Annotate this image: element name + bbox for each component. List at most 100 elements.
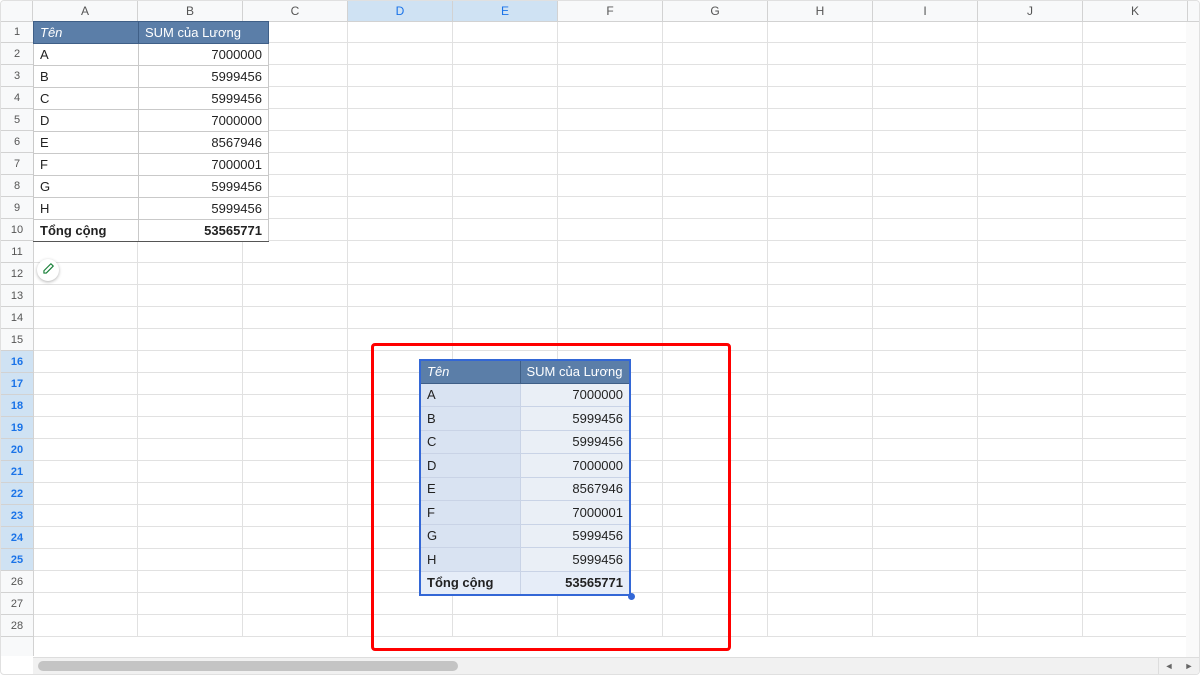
row-header-15[interactable]: 15 <box>1 329 33 351</box>
cell-I22[interactable] <box>873 483 978 505</box>
cell-H11[interactable] <box>768 241 873 263</box>
cell-H14[interactable] <box>768 307 873 329</box>
cell-F6[interactable] <box>558 131 663 153</box>
cell-K11[interactable] <box>1083 241 1188 263</box>
cell-D1[interactable] <box>348 21 453 43</box>
cell-A18[interactable] <box>33 395 138 417</box>
column-header-I[interactable]: I <box>873 1 978 21</box>
cell-C12[interactable] <box>243 263 348 285</box>
column-header-H[interactable]: H <box>768 1 873 21</box>
cell-J6[interactable] <box>978 131 1083 153</box>
cell-I7[interactable] <box>873 153 978 175</box>
cell-H5[interactable] <box>768 109 873 131</box>
cell-J22[interactable] <box>978 483 1083 505</box>
pivot-row-name[interactable]: F <box>420 501 520 525</box>
column-header-G[interactable]: G <box>663 1 768 21</box>
cell-H24[interactable] <box>768 527 873 549</box>
cell-F4[interactable] <box>558 87 663 109</box>
row-header-23[interactable]: 23 <box>1 505 33 527</box>
pivot-row-value[interactable]: 5999456 <box>139 66 269 88</box>
cell-K4[interactable] <box>1083 87 1188 109</box>
pivot-row-name[interactable]: B <box>34 66 139 88</box>
cell-H1[interactable] <box>768 21 873 43</box>
pivot-row-value[interactable]: 7000001 <box>139 154 269 176</box>
cell-G10[interactable] <box>663 219 768 241</box>
cell-B22[interactable] <box>138 483 243 505</box>
cell-I10[interactable] <box>873 219 978 241</box>
cell-J24[interactable] <box>978 527 1083 549</box>
cell-K3[interactable] <box>1083 65 1188 87</box>
cell-F3[interactable] <box>558 65 663 87</box>
cell-E14[interactable] <box>453 307 558 329</box>
cell-I2[interactable] <box>873 43 978 65</box>
cell-C22[interactable] <box>243 483 348 505</box>
cell-J8[interactable] <box>978 175 1083 197</box>
cell-K25[interactable] <box>1083 549 1188 571</box>
cell-G21[interactable] <box>663 461 768 483</box>
row-header-4[interactable]: 4 <box>1 87 33 109</box>
cell-J27[interactable] <box>978 593 1083 615</box>
cell-B26[interactable] <box>138 571 243 593</box>
horizontal-scroll-thumb[interactable] <box>38 661 458 671</box>
cell-G4[interactable] <box>663 87 768 109</box>
cell-E7[interactable] <box>453 153 558 175</box>
row-header-1[interactable]: 1 <box>1 21 33 43</box>
cell-I23[interactable] <box>873 505 978 527</box>
row-header-6[interactable]: 6 <box>1 131 33 153</box>
pivot-row-name[interactable]: A <box>420 383 520 407</box>
cell-K6[interactable] <box>1083 131 1188 153</box>
cell-D4[interactable] <box>348 87 453 109</box>
cell-A13[interactable] <box>33 285 138 307</box>
cell-B11[interactable] <box>138 241 243 263</box>
cell-G28[interactable] <box>663 615 768 637</box>
pivot-row-value[interactable]: 7000000 <box>520 383 630 407</box>
pivot-row-value[interactable]: 8567946 <box>520 477 630 501</box>
cell-E12[interactable] <box>453 263 558 285</box>
cell-K12[interactable] <box>1083 263 1188 285</box>
cell-J7[interactable] <box>978 153 1083 175</box>
row-header-2[interactable]: 2 <box>1 43 33 65</box>
cell-D6[interactable] <box>348 131 453 153</box>
cell-H28[interactable] <box>768 615 873 637</box>
cell-A14[interactable] <box>33 307 138 329</box>
cell-J23[interactable] <box>978 505 1083 527</box>
column-header-B[interactable]: B <box>138 1 243 21</box>
cell-A21[interactable] <box>33 461 138 483</box>
cell-C24[interactable] <box>243 527 348 549</box>
pivot-row-value[interactable]: 5999456 <box>520 430 630 454</box>
cell-B21[interactable] <box>138 461 243 483</box>
cell-G13[interactable] <box>663 285 768 307</box>
cell-B14[interactable] <box>138 307 243 329</box>
cell-F27[interactable] <box>558 593 663 615</box>
cell-B20[interactable] <box>138 439 243 461</box>
cell-H2[interactable] <box>768 43 873 65</box>
cell-B25[interactable] <box>138 549 243 571</box>
pivot-row-value[interactable]: 5999456 <box>520 548 630 572</box>
pivot-row-value[interactable]: 7000001 <box>520 501 630 525</box>
cell-I17[interactable] <box>873 373 978 395</box>
cell-K8[interactable] <box>1083 175 1188 197</box>
cell-G11[interactable] <box>663 241 768 263</box>
pivot-row-name[interactable]: E <box>420 477 520 501</box>
pivot-row-name[interactable]: H <box>420 548 520 572</box>
vertical-scrollbar[interactable] <box>1186 21 1199 658</box>
cell-G8[interactable] <box>663 175 768 197</box>
cell-K17[interactable] <box>1083 373 1188 395</box>
cell-J11[interactable] <box>978 241 1083 263</box>
cell-J12[interactable] <box>978 263 1083 285</box>
cell-G23[interactable] <box>663 505 768 527</box>
cell-K16[interactable] <box>1083 351 1188 373</box>
cell-E28[interactable] <box>453 615 558 637</box>
cell-I19[interactable] <box>873 417 978 439</box>
cell-C17[interactable] <box>243 373 348 395</box>
cell-D14[interactable] <box>348 307 453 329</box>
cell-H4[interactable] <box>768 87 873 109</box>
cell-I16[interactable] <box>873 351 978 373</box>
cell-H12[interactable] <box>768 263 873 285</box>
cell-K7[interactable] <box>1083 153 1188 175</box>
cell-C28[interactable] <box>243 615 348 637</box>
cell-C19[interactable] <box>243 417 348 439</box>
cell-J5[interactable] <box>978 109 1083 131</box>
cell-D27[interactable] <box>348 593 453 615</box>
pivot-row-value[interactable]: 5999456 <box>520 407 630 431</box>
